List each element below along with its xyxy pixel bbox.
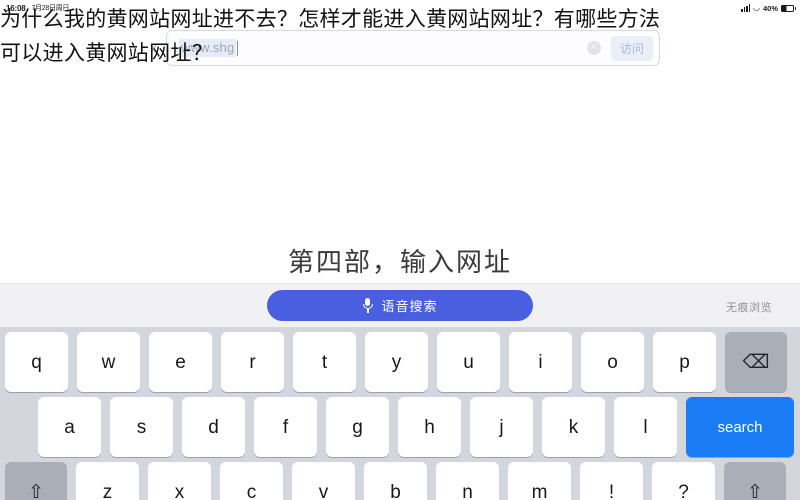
phone-screen: 16:08 7月28日周日 ◡ 40% ‹ www.shg ✕ 访问 为什么我的… [0, 0, 800, 500]
key-label: ! [608, 481, 615, 500]
overlay-line-2: 可以进入黄网站网址？ [0, 41, 213, 65]
key-label: g [352, 416, 363, 438]
key-label: j [499, 416, 504, 438]
key-label: a [64, 416, 75, 438]
key-i[interactable]: i [509, 332, 572, 392]
key-n[interactable]: n [436, 462, 499, 500]
key-v[interactable]: v [292, 462, 355, 500]
key-u[interactable]: u [437, 332, 500, 392]
key-label: p [679, 351, 690, 373]
key-label: i [538, 351, 543, 373]
key-r[interactable]: r [221, 332, 284, 392]
key-label: f [282, 416, 289, 438]
key-j[interactable]: j [470, 397, 533, 457]
key-label: x [174, 481, 185, 500]
page-title: 第四部，输入网址 [287, 248, 512, 278]
key-f[interactable]: f [254, 397, 317, 457]
key-y[interactable]: y [365, 332, 428, 392]
battery-icon [781, 4, 796, 12]
key-label: ⇧ [747, 481, 763, 500]
backspace-icon[interactable]: ⌫ [725, 332, 787, 392]
key-d[interactable]: d [182, 397, 245, 457]
key-x[interactable]: x [148, 462, 211, 500]
key-m[interactable]: m [508, 462, 571, 500]
key-label: ⇧ [28, 481, 44, 500]
key-e[interactable]: e [149, 332, 212, 392]
key-label: z [102, 481, 113, 500]
key-label: ? [678, 481, 689, 500]
incognito-label[interactable]: 无痕浏览 [726, 299, 772, 315]
status-bar-left: 16:08 7月28日周日 [6, 3, 69, 13]
key-h[interactable]: h [398, 397, 461, 457]
key-c[interactable]: c [220, 462, 283, 500]
onscreen-keyboard: q w e r t y u i o p ⌫ a s d f g h j k l search ⇧ z x c v b n m!? ⇧ [0, 327, 800, 500]
key-label: t [321, 351, 328, 373]
key-label: h [424, 416, 435, 438]
key-w[interactable]: w [77, 332, 140, 392]
status-date: 7月28日周日 [31, 5, 70, 12]
shift-left-icon[interactable]: ⇧ [5, 462, 67, 500]
shift-right-icon[interactable]: ⇧ [724, 462, 786, 500]
key-g[interactable]: g [326, 397, 389, 457]
microphone-icon [362, 297, 373, 314]
key-o[interactable]: o [581, 332, 644, 392]
key-label: d [208, 416, 219, 438]
key-label: search [717, 418, 763, 436]
key-![interactable]: ! [580, 462, 643, 500]
battery-percent-label: 40% [762, 3, 778, 13]
key-label: k [568, 416, 579, 438]
search-key[interactable]: search [686, 397, 794, 457]
key-label: o [607, 351, 618, 373]
key-label: v [318, 481, 329, 500]
key-label: u [463, 351, 474, 373]
wifi-icon: ◡ [753, 3, 760, 12]
key-label: q [31, 351, 42, 373]
status-bar-right: ◡ 40% [741, 3, 796, 13]
key-l[interactable]: l [614, 397, 677, 457]
key-label: r [249, 351, 256, 373]
key-k[interactable]: k [542, 397, 605, 457]
key-label: c [246, 481, 257, 500]
voice-search-button[interactable]: 语音搜索 [267, 290, 533, 321]
key-p[interactable]: p [653, 332, 716, 392]
key-label: e [175, 351, 186, 373]
key-label: m [531, 481, 548, 500]
key-q[interactable]: q [5, 332, 68, 392]
search-toolbar: 语音搜索 无痕浏览 [0, 283, 800, 327]
key-t[interactable]: t [293, 332, 356, 392]
status-bar: 16:08 7月28日周日 ◡ 40% [0, 0, 800, 16]
key-a[interactable]: a [38, 397, 101, 457]
key-label: w [101, 351, 116, 373]
key-s[interactable]: s [110, 397, 173, 457]
key-z[interactable]: z [76, 462, 139, 500]
signal-bars-icon [741, 4, 750, 12]
key-label: ⌫ [742, 351, 770, 373]
key-label: b [390, 481, 401, 500]
voice-search-label: 语音搜索 [381, 299, 438, 314]
status-time: 16:08 [6, 3, 26, 13]
key-b[interactable]: b [364, 462, 427, 500]
key-label: y [391, 351, 402, 373]
key-label: n [462, 481, 473, 500]
key-?[interactable]: ? [652, 462, 715, 500]
key-label: s [136, 416, 147, 438]
key-label: l [643, 416, 648, 438]
